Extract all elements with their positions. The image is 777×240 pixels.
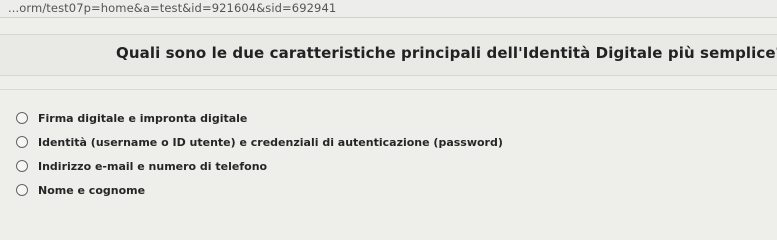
url-text: ...orm/test07p=home&a=test&id=921604&sid… <box>8 1 337 15</box>
radio-button-icon[interactable] <box>16 184 28 196</box>
radio-button-icon[interactable] <box>16 136 28 148</box>
answer-options: Firma digitale e impronta digitale Ident… <box>16 106 503 202</box>
question-text: Quali sono le due caratteristiche princi… <box>116 44 777 62</box>
address-bar[interactable]: ...orm/test07p=home&a=test&id=921604&sid… <box>0 0 777 18</box>
question-header: Quali sono le due caratteristiche princi… <box>0 34 777 76</box>
answer-label: Firma digitale e impronta digitale <box>38 111 248 125</box>
answer-option-2[interactable]: Identità (username o ID utente) e creden… <box>16 130 503 154</box>
answer-option-1[interactable]: Firma digitale e impronta digitale <box>16 106 503 130</box>
divider <box>0 89 777 90</box>
answer-label: Nome e cognome <box>38 183 146 197</box>
answer-option-3[interactable]: Indirizzo e-mail e numero di telefono <box>16 154 503 178</box>
answer-label: Indirizzo e-mail e numero di telefono <box>38 159 268 173</box>
answer-label: Identità (username o ID utente) e creden… <box>38 135 503 149</box>
radio-button-icon[interactable] <box>16 112 28 124</box>
radio-button-icon[interactable] <box>16 160 28 172</box>
answer-option-4[interactable]: Nome e cognome <box>16 178 503 202</box>
